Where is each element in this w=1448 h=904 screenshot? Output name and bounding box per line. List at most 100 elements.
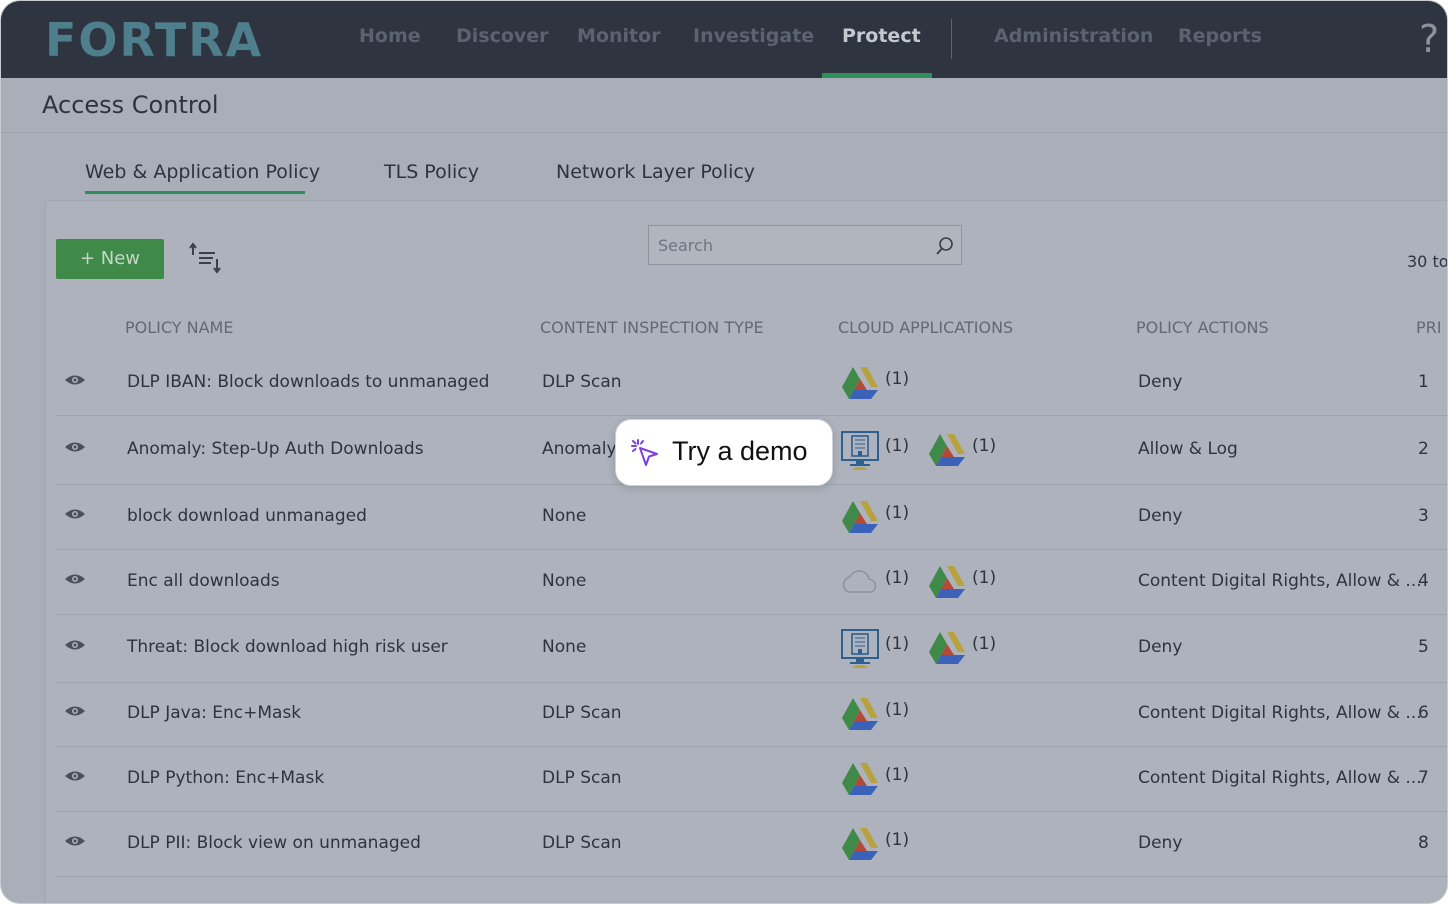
- sort-icon[interactable]: [189, 241, 223, 275]
- eye-icon[interactable]: [64, 373, 86, 387]
- nav-protect[interactable]: Protect: [842, 25, 921, 47]
- try-demo-label: Try a demo: [672, 436, 808, 466]
- enterprise-app-icon: [840, 430, 880, 470]
- priority: 8: [1418, 833, 1429, 853]
- table-row[interactable]: DLP Java: Enc+Mask DLP Scan Content Digita…: [56, 682, 1447, 747]
- nav-divider: [951, 19, 952, 59]
- priority: 1: [1418, 372, 1429, 392]
- new-policy-button[interactable]: + New: [56, 239, 164, 279]
- policy-name: DLP PII: Block view on unmanaged: [127, 833, 421, 853]
- google-drive-icon: [840, 824, 880, 864]
- content-inspection-type: DLP Scan: [542, 768, 622, 788]
- table-row[interactable]: Enc all downloads None Content Digital Rig…: [56, 549, 1447, 615]
- content-inspection-type: DLP Scan: [542, 372, 622, 392]
- policy-action: Allow & Log: [1138, 439, 1238, 459]
- priority: 5: [1418, 637, 1429, 657]
- policy-name: Anomaly: Step-Up Auth Downloads: [127, 439, 424, 459]
- column-header-content-inspection-type[interactable]: CONTENT INSPECTION TYPE: [540, 318, 764, 337]
- nav-monitor[interactable]: Monitor: [577, 25, 661, 47]
- google-drive-icon: [927, 562, 967, 602]
- table-row[interactable]: DLP Python: Enc+Mask DLP Scan Content Digi…: [56, 746, 1447, 812]
- search-icon[interactable]: [935, 236, 955, 256]
- eye-icon[interactable]: [64, 834, 86, 848]
- policy-action: Deny: [1138, 833, 1183, 853]
- sparkle-cursor-icon: [631, 439, 658, 466]
- tab-network-layer-policy[interactable]: Network Layer Policy: [556, 161, 755, 183]
- google-drive-icon: [927, 628, 967, 668]
- app-count: (1): [885, 765, 910, 785]
- content-inspection-type: DLP Scan: [542, 833, 622, 853]
- eye-icon[interactable]: [64, 769, 86, 783]
- top-navigation: FORTRA Home Discover Monitor Investigate…: [1, 1, 1447, 78]
- search-input[interactable]: Search: [648, 225, 962, 265]
- nav-administration[interactable]: Administration: [994, 25, 1153, 47]
- table-row[interactable]: Threat: Block download high risk user Non…: [56, 614, 1447, 683]
- app-count: (1): [885, 568, 910, 588]
- column-header-cloud-applications[interactable]: CLOUD APPLICATIONS: [838, 318, 1013, 337]
- column-header-policy-actions[interactable]: POLICY ACTIONS: [1136, 318, 1269, 337]
- policy-action: Deny: [1138, 506, 1183, 526]
- eye-icon[interactable]: [64, 507, 86, 521]
- nav-investigate[interactable]: Investigate: [693, 25, 814, 47]
- cloud-icon: [840, 562, 880, 602]
- table-row[interactable]: DLP PII: Block view on unmanaged DLP Scan…: [56, 811, 1447, 877]
- content-inspection-type: DLP Scan: [542, 703, 622, 723]
- app-count: (1): [885, 503, 910, 523]
- nav-discover[interactable]: Discover: [456, 25, 549, 47]
- policy-name: DLP IBAN: Block downloads to unmanaged: [127, 372, 490, 392]
- priority: 6: [1418, 703, 1429, 723]
- nav-active-indicator: [822, 73, 932, 78]
- policy-action: Content Digital Rights, Allow & ...: [1138, 703, 1422, 723]
- content-inspection-type: None: [542, 506, 587, 526]
- tab-web-application-policy[interactable]: Web & Application Policy: [85, 161, 320, 183]
- app-count: (1): [885, 369, 910, 389]
- policy-name: DLP Java: Enc+Mask: [127, 703, 302, 723]
- priority: 7: [1418, 768, 1429, 788]
- app-count: (1): [972, 568, 997, 588]
- google-drive-icon: [840, 363, 880, 403]
- google-drive-icon: [927, 430, 967, 470]
- app-count: (1): [972, 634, 997, 654]
- column-header-priority[interactable]: PRI: [1416, 318, 1441, 337]
- eye-icon[interactable]: [64, 440, 86, 454]
- app-count: (1): [885, 436, 910, 456]
- policy-name: Enc all downloads: [127, 571, 280, 591]
- app-count: (1): [885, 634, 910, 654]
- table-row[interactable]: DLP IBAN: Block downloads to unmanaged DL…: [56, 350, 1447, 416]
- policy-name: block download unmanaged: [127, 506, 367, 526]
- column-header-policy-name[interactable]: POLICY NAME: [125, 318, 233, 337]
- table-row[interactable]: block download unmanaged None Deny (1) 3: [56, 484, 1447, 550]
- app-count: (1): [885, 700, 910, 720]
- policy-action: Deny: [1138, 637, 1183, 657]
- search-placeholder: Search: [658, 236, 713, 255]
- google-drive-icon: [840, 759, 880, 799]
- eye-icon[interactable]: [64, 638, 86, 652]
- content-inspection-type: None: [542, 571, 587, 591]
- policy-action: Deny: [1138, 372, 1183, 392]
- google-drive-icon: [840, 497, 880, 537]
- content-inspection-type: Anomaly: [542, 439, 617, 459]
- google-drive-icon: [840, 694, 880, 734]
- tab-tls-policy[interactable]: TLS Policy: [384, 161, 479, 183]
- priority: 2: [1418, 439, 1429, 459]
- active-tab-indicator: [85, 191, 305, 194]
- try-demo-button[interactable]: Try a demo: [615, 419, 833, 486]
- app-frame: FORTRA Home Discover Monitor Investigate…: [0, 0, 1448, 904]
- app-count: (1): [885, 830, 910, 850]
- priority: 3: [1418, 506, 1429, 526]
- eye-icon[interactable]: [64, 572, 86, 586]
- help-icon[interactable]: ?: [1419, 17, 1439, 61]
- nav-home[interactable]: Home: [359, 25, 421, 47]
- policy-name: Threat: Block download high risk user: [127, 637, 448, 657]
- nav-reports[interactable]: Reports: [1178, 25, 1262, 47]
- record-count: 30 to: [1407, 252, 1448, 271]
- priority: 4: [1418, 571, 1429, 591]
- policy-action: Content Digital Rights, Allow & ...: [1138, 768, 1422, 788]
- enterprise-app-icon: [840, 628, 880, 668]
- divider: [1, 132, 1447, 133]
- page-title: Access Control: [42, 91, 219, 119]
- fortra-logo: FORTRA: [45, 13, 264, 67]
- content-inspection-type: None: [542, 637, 587, 657]
- eye-icon[interactable]: [64, 704, 86, 718]
- policy-name: DLP Python: Enc+Mask: [127, 768, 325, 788]
